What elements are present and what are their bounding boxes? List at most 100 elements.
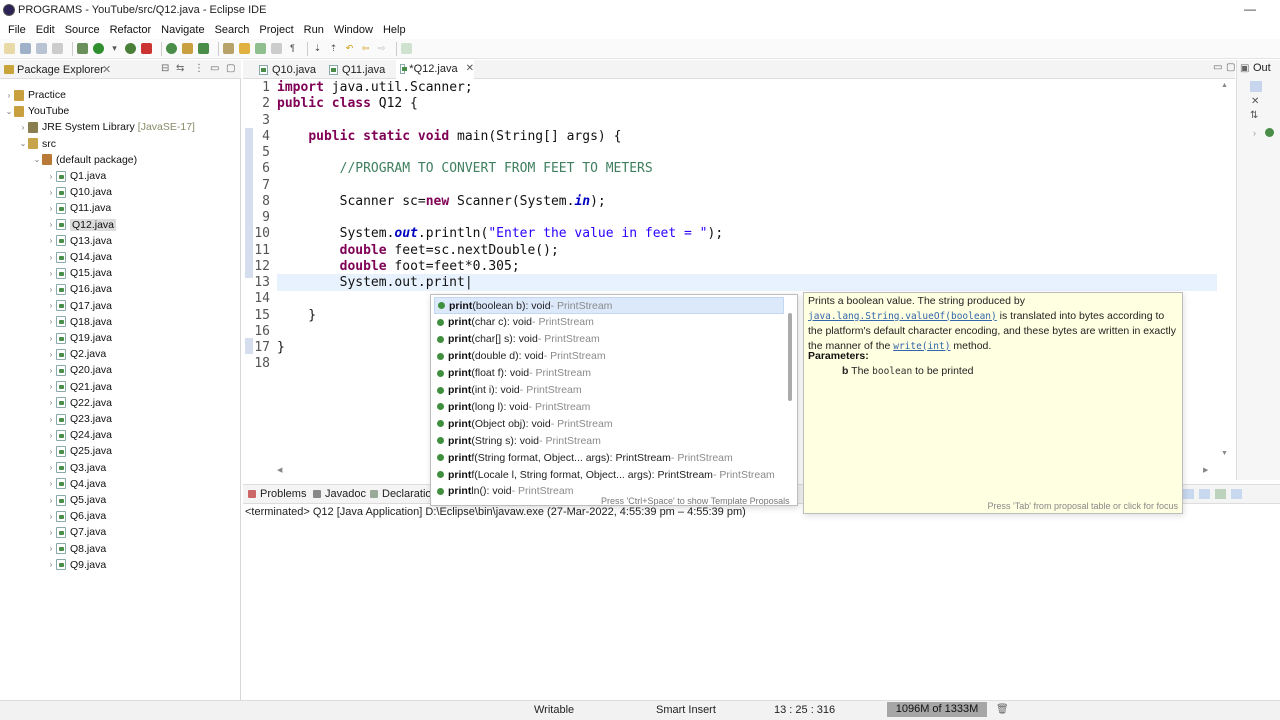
open-type-icon[interactable] (223, 43, 234, 54)
tree-item[interactable]: › Q19.java (46, 330, 112, 346)
method-icon[interactable] (1265, 128, 1274, 137)
collapse-all-icon[interactable]: ⊟ (161, 63, 169, 74)
tree-item[interactable]: ⌄ YouTube (4, 103, 70, 119)
expanded-chevron-icon[interactable]: ⌄ (4, 107, 14, 116)
link-editor-icon[interactable]: ⇆ (176, 63, 184, 74)
menu-refactor[interactable]: Refactor (110, 24, 152, 36)
tree-item[interactable]: › Q3.java (46, 460, 107, 476)
proposal-item[interactable]: printf (Locale l, String format, Object..… (434, 466, 784, 483)
tree-item[interactable]: › Q5.java (46, 492, 107, 508)
javadoc-link[interactable]: java.lang.String.valueOf(boolean) (808, 311, 997, 322)
collapsed-chevron-icon[interactable]: › (46, 496, 56, 505)
proposal-item[interactable]: print (char[] s) : void - PrintStream (434, 331, 784, 348)
menu-run[interactable]: Run (304, 24, 324, 36)
tree-item[interactable]: › Q16.java (46, 281, 112, 297)
next-annotation-icon[interactable]: ⇣ (312, 43, 323, 54)
collapsed-chevron-icon[interactable]: › (46, 560, 56, 569)
new-class-icon[interactable] (198, 43, 209, 54)
code-line[interactable]: double foot=feet*0.305; (277, 259, 520, 275)
proposal-item[interactable]: print (int i) : void - PrintStream (434, 382, 784, 399)
minimize-editor-icon[interactable]: ▭ (1213, 62, 1222, 73)
menu-file[interactable]: File (8, 24, 26, 36)
menu-project[interactable]: Project (259, 24, 293, 36)
collapsed-chevron-icon[interactable]: › (46, 220, 56, 229)
code-line[interactable]: System.out.println("Enter the value in f… (277, 226, 724, 242)
tree-item[interactable]: › Q14.java (46, 249, 112, 265)
editor-tab[interactable]: Q10.java (255, 60, 321, 79)
forward-icon[interactable]: ⇨ (376, 43, 387, 54)
proposal-scrollbar[interactable] (788, 313, 792, 401)
collapsed-chevron-icon[interactable]: › (4, 91, 14, 100)
expanded-chevron-icon[interactable]: ⌄ (32, 155, 42, 164)
bottom-tab[interactable]: Declaratio (382, 488, 432, 500)
print-icon[interactable] (52, 43, 63, 54)
proposal-item[interactable]: print (boolean b) : void - PrintStream (434, 297, 784, 314)
collapsed-chevron-icon[interactable]: › (46, 172, 56, 181)
collapsed-chevron-icon[interactable]: › (46, 398, 56, 407)
open-console-icon[interactable] (1215, 489, 1226, 499)
code-line[interactable]: } (277, 308, 316, 324)
tree-item[interactable]: › Q6.java (46, 508, 107, 524)
javadoc-link[interactable]: write(int) (893, 341, 950, 352)
search-icon[interactable] (239, 43, 250, 54)
tree-item[interactable]: ⌄ src (18, 136, 56, 152)
external-tools-icon[interactable] (141, 43, 152, 54)
proposal-item[interactable]: printf (String format, Object... args) : … (434, 449, 784, 466)
console-display-icon[interactable] (1183, 489, 1194, 499)
code-line[interactable]: double feet=sc.nextDouble(); (277, 243, 559, 259)
pin-console-icon[interactable] (1199, 489, 1210, 499)
code-line[interactable]: } (277, 340, 285, 356)
scroll-right-icon[interactable]: ▶ (1203, 466, 1208, 474)
proposal-item[interactable]: print (long l) : void - PrintStream (434, 398, 784, 415)
sort-icon[interactable]: ⇅ (1250, 110, 1258, 121)
tree-item[interactable]: › Q1.java (46, 168, 107, 184)
package-explorer-title[interactable]: Package Explorer (17, 64, 104, 76)
content-assist-popup[interactable]: print (boolean b) : void - PrintStream pri… (430, 294, 798, 506)
proposal-item[interactable]: print (String s) : void - PrintStream (434, 432, 784, 449)
collapsed-chevron-icon[interactable]: › (46, 269, 56, 278)
collapsed-chevron-icon[interactable]: › (46, 528, 56, 537)
collapsed-chevron-icon[interactable]: › (46, 317, 56, 326)
new-package-icon[interactable] (182, 43, 193, 54)
toggle-mark-icon[interactable] (255, 43, 266, 54)
tree-item[interactable]: › Q22.java (46, 395, 112, 411)
maximize-view-icon[interactable]: ▢ (226, 63, 235, 74)
coverage-icon[interactable] (125, 43, 136, 54)
insert-mode-status[interactable]: Smart Insert (656, 704, 716, 716)
collapsed-chevron-icon[interactable]: › (46, 431, 56, 440)
hide-fields-icon[interactable]: ✕ (1251, 96, 1259, 107)
tree-item[interactable]: › Q4.java (46, 476, 107, 492)
collapsed-chevron-icon[interactable]: › (46, 479, 56, 488)
collapsed-chevron-icon[interactable]: › (46, 447, 56, 456)
collapsed-chevron-icon[interactable]: › (18, 123, 28, 132)
tree-item[interactable]: › Q11.java (46, 200, 112, 216)
outline-collapse-icon[interactable]: › (1253, 128, 1256, 138)
tree-item[interactable]: › Q8.java (46, 541, 107, 557)
restore-icon[interactable]: ▣ (1240, 63, 1249, 74)
whitespace-icon[interactable]: ¶ (287, 43, 298, 54)
garbage-collect-icon[interactable]: 🗑 (996, 704, 1009, 715)
back-icon[interactable]: ⇦ (360, 43, 371, 54)
view-menu-icon[interactable]: ⋮ (194, 63, 204, 74)
outline-label[interactable]: Out (1253, 62, 1271, 74)
editor-vertical-scrollbar[interactable]: ▲ ▼ (1217, 80, 1230, 468)
run-dropdown-icon[interactable]: ▾ (109, 43, 120, 54)
menu-edit[interactable]: Edit (36, 24, 55, 36)
collapsed-chevron-icon[interactable]: › (46, 350, 56, 359)
close-tab-icon[interactable]: ✕ (466, 63, 474, 74)
collapsed-chevron-icon[interactable]: › (46, 285, 56, 294)
tree-item[interactable]: › Q12.java (46, 217, 117, 233)
close-icon[interactable]: ✕ (102, 63, 111, 76)
tree-item[interactable]: › Q13.java (46, 233, 112, 249)
tree-item[interactable]: › Q24.java (46, 427, 112, 443)
expanded-chevron-icon[interactable]: ⌄ (18, 139, 28, 148)
tree-item[interactable]: › Q10.java (46, 184, 112, 200)
code-line[interactable]: import java.util.Scanner; (277, 80, 473, 96)
scroll-up-icon[interactable]: ▲ (1221, 82, 1228, 89)
last-edit-icon[interactable]: ↶ (344, 43, 355, 54)
collapsed-chevron-icon[interactable]: › (46, 301, 56, 310)
tree-item[interactable]: › Q25.java (46, 443, 112, 459)
tree-item[interactable]: › Q18.java (46, 314, 112, 330)
tree-item[interactable]: › Q15.java (46, 265, 112, 281)
editor-tab[interactable]: Q11.java (325, 60, 391, 79)
